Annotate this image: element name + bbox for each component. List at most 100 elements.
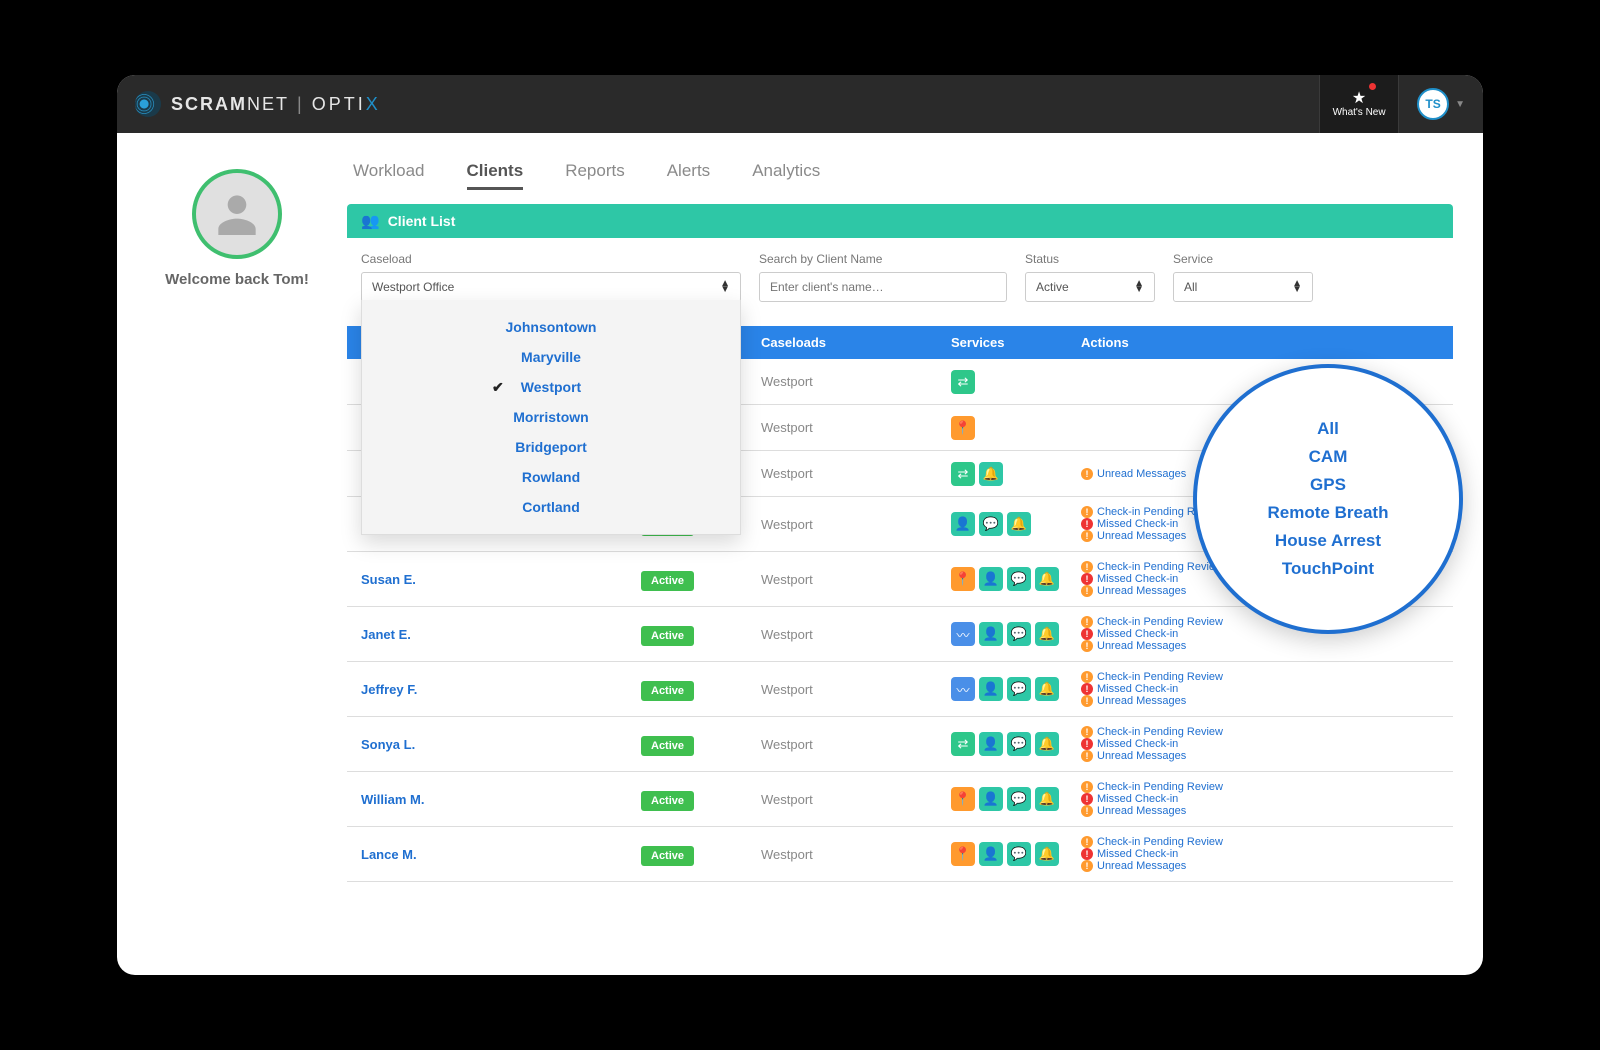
client-name-link[interactable]: Sonya L.	[361, 737, 641, 752]
action-link[interactable]: !Unread Messages	[1081, 805, 1439, 817]
service-icon[interactable]: ⇄	[951, 462, 975, 486]
alert-icon: !	[1081, 573, 1093, 585]
service-option[interactable]: TouchPoint	[1282, 559, 1374, 579]
caseload-dropdown[interactable]: JohnsontownMaryville✔WestportMorristownB…	[361, 300, 741, 535]
action-link[interactable]: !Unread Messages	[1081, 860, 1439, 872]
service-icon[interactable]: 🔔	[1035, 677, 1059, 701]
service-icon[interactable]: 〰	[951, 622, 975, 646]
service-icon[interactable]: 💬	[979, 512, 1003, 536]
action-link[interactable]: !Check-in Pending Review	[1081, 671, 1439, 683]
service-icon[interactable]: 📍	[951, 567, 975, 591]
action-link[interactable]: !Missed Check-in	[1081, 683, 1439, 695]
services-cell: 📍👤💬🔔	[951, 842, 1081, 866]
user-menu[interactable]: TS ▼	[1417, 88, 1465, 120]
service-icon[interactable]: 🔔	[979, 462, 1003, 486]
action-link[interactable]: !Missed Check-in	[1081, 628, 1439, 640]
service-icon[interactable]: 👤	[979, 732, 1003, 756]
alert-icon: !	[1081, 530, 1093, 542]
service-icon[interactable]: ⇄	[951, 732, 975, 756]
action-text: Check-in Pending Review	[1097, 726, 1223, 738]
action-link[interactable]: !Unread Messages	[1081, 640, 1439, 652]
tab-workload[interactable]: Workload	[353, 161, 425, 190]
service-icon[interactable]: 🔔	[1007, 512, 1031, 536]
alert-icon: !	[1081, 628, 1093, 640]
action-link[interactable]: !Unread Messages	[1081, 750, 1439, 762]
status-select[interactable]: Active ▲▼	[1025, 272, 1155, 302]
tab-analytics[interactable]: Analytics	[752, 161, 820, 190]
service-icon[interactable]: 📍	[951, 787, 975, 811]
caseload-option[interactable]: Bridgeport	[362, 432, 740, 462]
service-icon[interactable]: 👤	[979, 842, 1003, 866]
filter-status: Status Active ▲▼	[1025, 252, 1155, 302]
action-link[interactable]: !Unread Messages	[1081, 695, 1439, 707]
service-icon[interactable]: 💬	[1007, 842, 1031, 866]
service-icon[interactable]: 🔔	[1035, 787, 1059, 811]
caseload-select[interactable]: Westport Office ▲▼	[361, 272, 741, 302]
client-name-link[interactable]: Susan E.	[361, 572, 641, 587]
services-cell: 📍	[951, 416, 1081, 440]
caseload-option[interactable]: Johnsontown	[362, 312, 740, 342]
service-value: All	[1184, 280, 1197, 294]
service-icon[interactable]: 💬	[1007, 677, 1031, 701]
service-option[interactable]: CAM	[1309, 447, 1348, 467]
action-text: Missed Check-in	[1097, 848, 1178, 860]
caseload-option[interactable]: Maryville	[362, 342, 740, 372]
status-cell: Active	[641, 682, 761, 697]
action-text: Missed Check-in	[1097, 738, 1178, 750]
caseload-option[interactable]: Rowland	[362, 462, 740, 492]
service-icon[interactable]: 〰	[951, 677, 975, 701]
service-icon[interactable]: 👤	[951, 512, 975, 536]
service-icon[interactable]: 👤	[979, 622, 1003, 646]
service-icon[interactable]: 🔔	[1035, 842, 1059, 866]
client-name-link[interactable]: Janet E.	[361, 627, 641, 642]
service-option[interactable]: All	[1317, 419, 1339, 439]
whats-new-button[interactable]: ★ What's New	[1319, 75, 1399, 133]
tab-clients[interactable]: Clients	[467, 161, 524, 190]
search-label: Search by Client Name	[759, 252, 1007, 266]
caseload-cell: Westport	[761, 792, 951, 807]
service-option[interactable]: Remote Breath	[1268, 503, 1389, 523]
action-link[interactable]: !Check-in Pending Review	[1081, 726, 1439, 738]
service-option[interactable]: GPS	[1310, 475, 1346, 495]
caseload-option[interactable]: Morristown	[362, 402, 740, 432]
client-name-link[interactable]: Jeffrey F.	[361, 682, 641, 697]
client-name-link[interactable]: William M.	[361, 792, 641, 807]
action-link[interactable]: !Missed Check-in	[1081, 793, 1439, 805]
action-text: Missed Check-in	[1097, 683, 1178, 695]
tab-reports[interactable]: Reports	[565, 161, 625, 190]
search-input[interactable]	[759, 272, 1007, 302]
tab-alerts[interactable]: Alerts	[667, 161, 710, 190]
chevron-down-icon: ▼	[1455, 99, 1465, 110]
service-icon[interactable]: 📍	[951, 842, 975, 866]
services-cell: 📍👤💬🔔	[951, 567, 1081, 591]
service-icon[interactable]: 💬	[1007, 787, 1031, 811]
service-icon[interactable]: 💬	[1007, 622, 1031, 646]
action-link[interactable]: !Missed Check-in	[1081, 738, 1439, 750]
service-icon[interactable]: 💬	[1007, 567, 1031, 591]
service-icon[interactable]: ⇄	[951, 370, 975, 394]
service-icon[interactable]: 👤	[979, 567, 1003, 591]
action-text: Unread Messages	[1097, 585, 1186, 597]
sidebar: Welcome back Tom!	[147, 161, 327, 882]
service-icon[interactable]: 🔔	[1035, 567, 1059, 591]
action-link[interactable]: !Missed Check-in	[1081, 848, 1439, 860]
service-icon[interactable]: 🔔	[1035, 622, 1059, 646]
profile-avatar	[192, 169, 282, 259]
select-arrows-icon: ▲▼	[720, 281, 730, 293]
caseload-cell: Westport	[761, 466, 951, 481]
service-select[interactable]: All ▲▼	[1173, 272, 1313, 302]
service-option[interactable]: House Arrest	[1275, 531, 1381, 551]
service-icon[interactable]: 👤	[979, 677, 1003, 701]
caseload-option[interactable]: Cortland	[362, 492, 740, 522]
service-icon[interactable]: 👤	[979, 787, 1003, 811]
action-link[interactable]: !Check-in Pending Review	[1081, 836, 1439, 848]
service-icon[interactable]: 💬	[1007, 732, 1031, 756]
client-name-link[interactable]: Lance M.	[361, 847, 641, 862]
panel-title: Client List	[388, 213, 456, 229]
status-badge: Active	[641, 571, 694, 591]
caseload-option[interactable]: ✔Westport	[362, 372, 740, 402]
service-icon[interactable]: 📍	[951, 416, 975, 440]
action-link[interactable]: !Check-in Pending Review	[1081, 781, 1439, 793]
services-cell: ⇄🔔	[951, 462, 1081, 486]
service-icon[interactable]: 🔔	[1035, 732, 1059, 756]
